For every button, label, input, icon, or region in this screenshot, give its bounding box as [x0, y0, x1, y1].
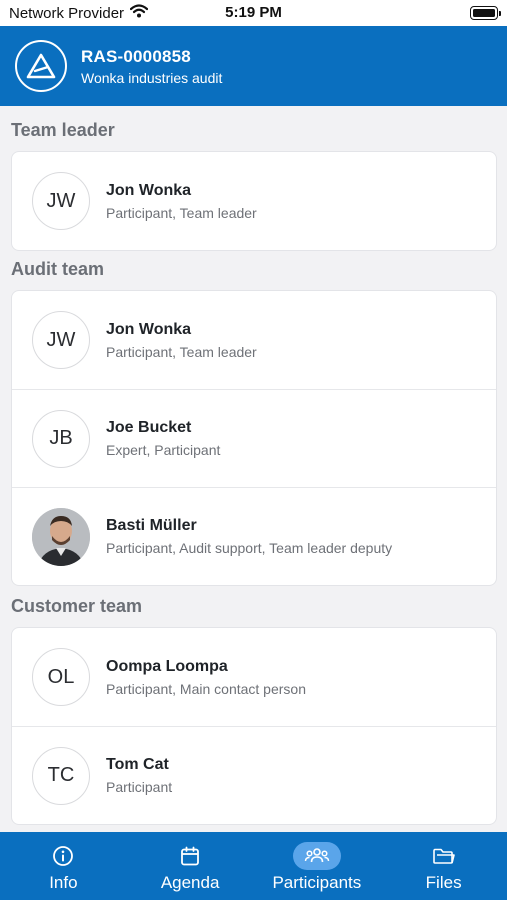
section-title-team-leader: Team leader: [11, 120, 115, 140]
tab-label: Agenda: [160, 873, 220, 892]
avatar-photo: [32, 507, 90, 566]
header-text: RAS-0000858 Wonka industries audit: [81, 47, 222, 86]
participant-roles: Participant: [106, 779, 173, 795]
tab-agenda[interactable]: Agenda: [127, 832, 254, 900]
tab-label: Participants: [272, 873, 362, 892]
tab-label: Info: [49, 873, 78, 892]
avatar: JB: [32, 409, 90, 468]
participant-row[interactable]: JW Jon Wonka Participant, Team leader: [12, 152, 496, 250]
participants-list[interactable]: Team leader JW Jon Wonka Participant, Te…: [0, 106, 507, 832]
participant-roles: Participant, Team leader: [106, 343, 257, 360]
participant-row[interactable]: TC Tom Cat Participant: [12, 726, 496, 824]
audit-team-card: JW Jon Wonka Participant, Team leader JB…: [11, 290, 497, 586]
participant-roles: Participant, Audit support, Team leader …: [106, 540, 393, 556]
avatar: JW: [32, 311, 90, 369]
participant-info: Joe Bucket Expert, Participant: [106, 419, 220, 458]
participant-name: Tom Cat: [106, 756, 169, 773]
avatar: TC: [32, 746, 90, 805]
participant-row[interactable]: JB Joe Bucket Expert, Participant: [12, 389, 496, 487]
tab-files[interactable]: Files: [380, 832, 507, 900]
audit-id-title: RAS-0000858: [81, 46, 191, 66]
participant-name: Joe Bucket: [106, 419, 192, 436]
people-icon: [292, 842, 341, 870]
participant-name: Jon Wonka: [106, 181, 192, 199]
participant-roles: Expert, Participant: [106, 442, 221, 458]
status-bar: Network Provider 5:19 PM: [0, 0, 507, 26]
tab-info[interactable]: Info: [0, 832, 127, 900]
audit-subtitle: Wonka industries audit: [81, 69, 223, 86]
status-time: 5:19 PM: [225, 4, 282, 21]
participant-name: Jon Wonka: [106, 320, 192, 338]
participant-info: Jon Wonka Participant, Team leader: [106, 321, 257, 360]
participant-row[interactable]: JW Jon Wonka Participant, Team leader: [12, 291, 496, 389]
participant-info: Tom Cat Participant: [106, 756, 172, 795]
avatar: OL: [32, 648, 90, 706]
participant-roles: Participant, Main contact person: [106, 680, 306, 697]
info-icon: [39, 842, 87, 870]
team-leader-card: JW Jon Wonka Participant, Team leader: [11, 151, 497, 251]
bottom-tab-bar: Info Agenda Participants Files: [0, 832, 507, 900]
participant-info: Oompa Loompa Participant, Main contact p…: [106, 658, 306, 697]
customer-team-card: OL Oompa Loompa Participant, Main contac…: [11, 627, 497, 825]
participant-roles: Participant, Team leader: [106, 204, 257, 221]
participant-name: Oompa Loompa: [106, 657, 228, 675]
participant-row[interactable]: Basti Müller Participant, Audit support,…: [12, 487, 496, 585]
folder-icon: [420, 842, 468, 870]
audit-logo-icon: [15, 40, 67, 92]
participant-info: Basti Müller Participant, Audit support,…: [106, 517, 392, 556]
tab-label: Files: [425, 873, 462, 892]
section-title-customer-team: Customer team: [11, 596, 143, 616]
participant-info: Jon Wonka Participant, Team leader: [106, 182, 257, 221]
participant-name: Basti Müller: [106, 517, 197, 534]
section-title-audit-team: Audit team: [11, 259, 105, 279]
avatar: JW: [32, 172, 90, 230]
participant-row[interactable]: OL Oompa Loompa Participant, Main contac…: [12, 628, 496, 726]
tab-participants[interactable]: Participants: [254, 832, 381, 900]
app-header: RAS-0000858 Wonka industries audit: [0, 26, 507, 106]
calendar-icon: [166, 842, 214, 870]
battery-icon: [470, 6, 501, 20]
